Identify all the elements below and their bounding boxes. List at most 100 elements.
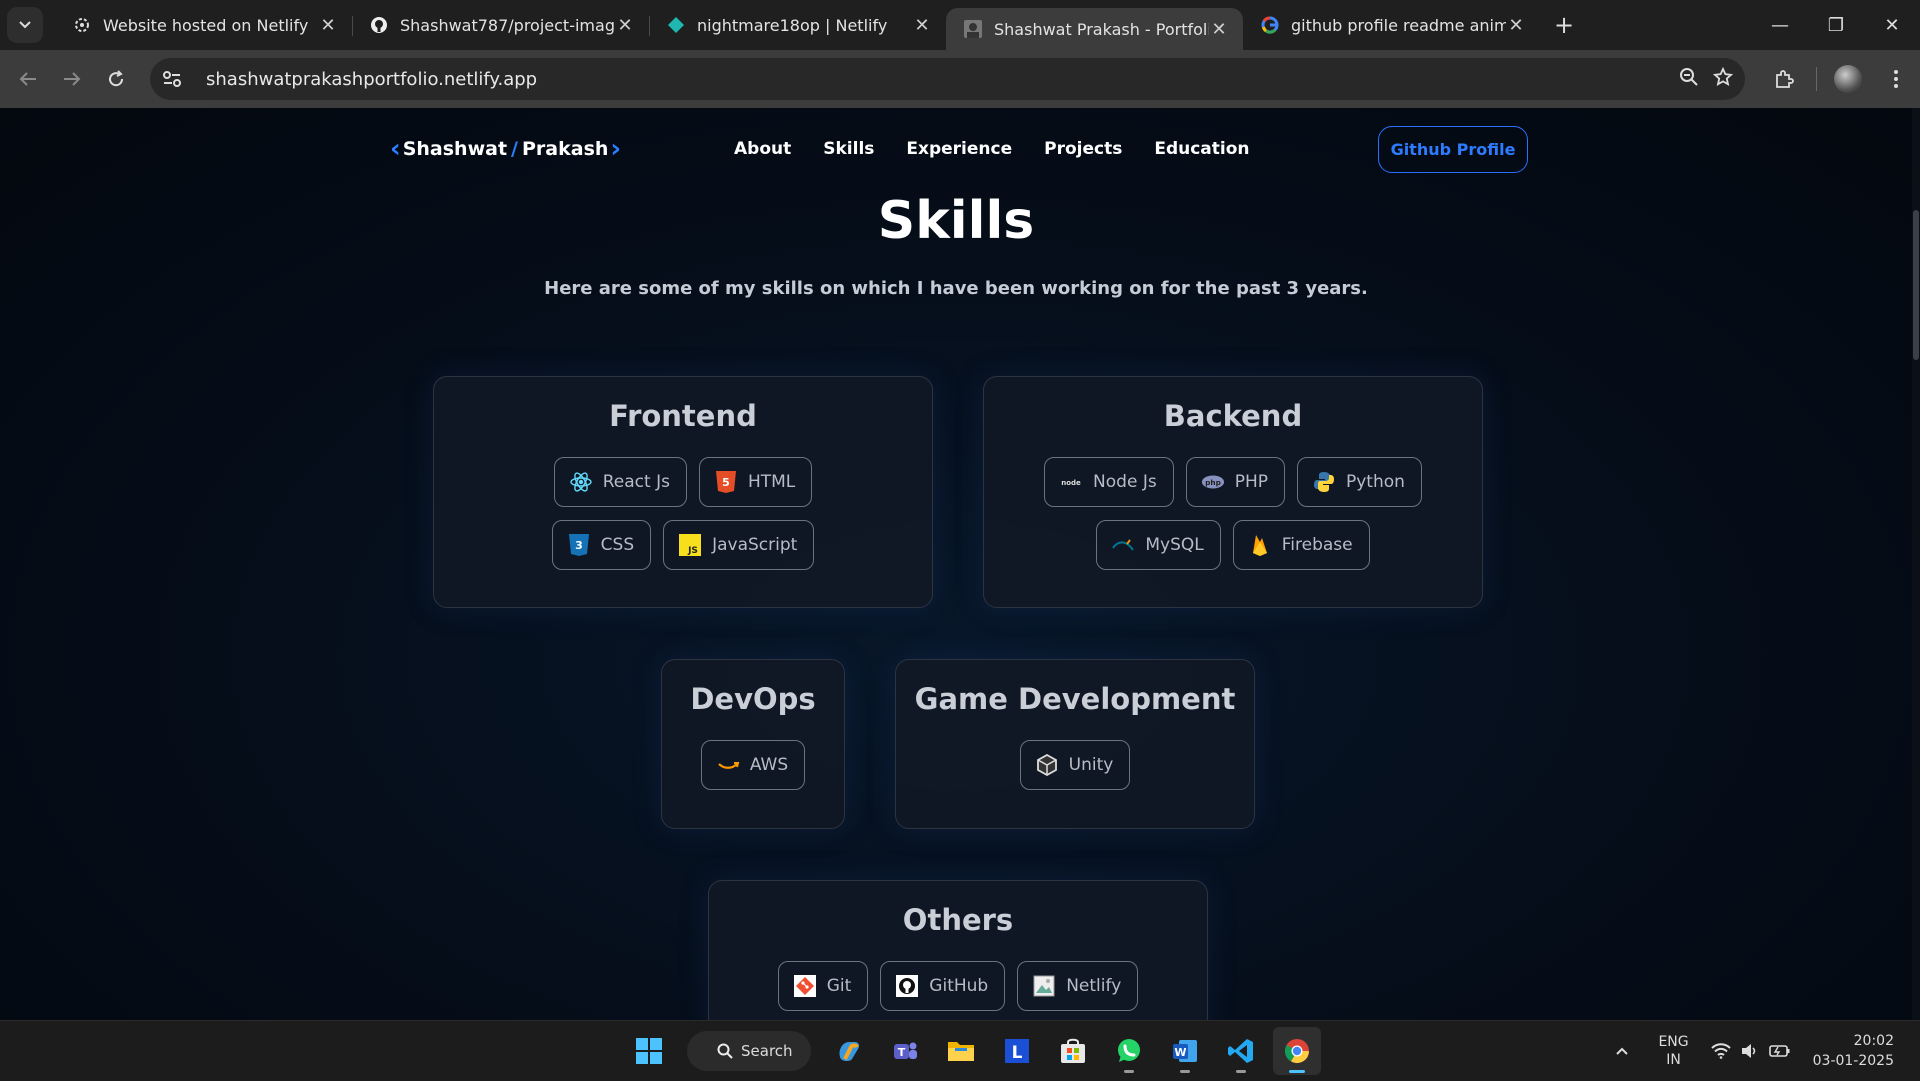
portfolio-page: ‹ Shashwat / Prakash › About Skills Experi… <box>0 108 1920 1020</box>
skill-chip[interactable]: React Js <box>553 457 687 507</box>
language-indicator[interactable]: ENG IN <box>1658 1033 1688 1069</box>
site-navbar: ‹ Shashwat / Prakash › About Skills Experi… <box>0 108 1912 190</box>
quick-settings[interactable] <box>1710 1043 1791 1059</box>
more-menu-icon[interactable] <box>1872 70 1920 88</box>
skill-chip[interactable]: AWS <box>700 740 806 790</box>
teams-app[interactable]: T <box>881 1027 929 1075</box>
logo-last-name: Prakash <box>522 138 609 160</box>
zoom-icon[interactable] <box>1679 67 1699 91</box>
nav-link-projects[interactable]: Projects <box>1044 139 1122 159</box>
chevron-up-icon[interactable] <box>1602 1046 1642 1056</box>
chrome-icon <box>1284 1039 1309 1064</box>
vscode-icon <box>1228 1039 1253 1063</box>
back-button[interactable] <box>6 57 50 101</box>
close-tab-icon[interactable]: ✕ <box>912 15 932 36</box>
site-info-icon[interactable] <box>152 59 192 99</box>
tab-title: Shashwat787/project-images <box>400 15 615 35</box>
l-app[interactable]: L <box>993 1027 1041 1075</box>
taskbar-clock[interactable]: 20:02 03-01-2025 <box>1813 1031 1894 1071</box>
browser-tab[interactable]: Website hosted on Netlify ✕ <box>55 0 352 50</box>
skill-label: JavaScript <box>712 535 798 555</box>
browser-tab[interactable]: nightmare18op | Netlify ✕ <box>649 0 946 50</box>
close-window-button[interactable]: ✕ <box>1864 0 1920 50</box>
skill-chip[interactable]: MySQL <box>1096 520 1221 570</box>
github-profile-button[interactable]: Github Profile <box>1378 126 1528 173</box>
profile-avatar[interactable] <box>1824 65 1872 93</box>
browser-tab-strip: Website hosted on Netlify ✕ Shashwat787/… <box>0 0 1920 50</box>
whatsapp-app[interactable] <box>1105 1027 1153 1075</box>
svg-text:L: L <box>1012 1043 1023 1063</box>
whatsapp-icon <box>1118 1039 1140 1062</box>
address-bar[interactable]: shashwatprakashportfolio.netlify.app <box>150 58 1745 100</box>
skill-chip[interactable]: Git <box>777 961 869 1011</box>
google-icon <box>1261 16 1279 34</box>
close-tab-icon[interactable]: ✕ <box>1506 15 1526 36</box>
close-tab-icon[interactable]: ✕ <box>318 15 338 36</box>
skill-chip[interactable]: GitHub <box>880 961 1006 1011</box>
github-icon <box>895 974 919 998</box>
file-explorer-app[interactable] <box>937 1027 985 1075</box>
taskbar-search[interactable]: Search <box>687 1031 811 1071</box>
minimize-button[interactable]: — <box>1752 0 1808 50</box>
store-icon <box>1061 1038 1085 1063</box>
skill-chip[interactable]: node Node Js <box>1044 457 1174 507</box>
forward-button[interactable] <box>50 57 94 101</box>
close-tab-icon[interactable]: ✕ <box>1209 19 1229 40</box>
restore-button[interactable]: ❐ <box>1808 0 1864 50</box>
skill-chip[interactable]: JS JavaScript <box>663 520 815 570</box>
vscode-app[interactable] <box>1217 1027 1265 1075</box>
nav-link-experience[interactable]: Experience <box>906 139 1012 159</box>
chevron-down-icon <box>19 21 31 29</box>
skill-card-title: DevOps <box>690 682 816 716</box>
skill-chip[interactable]: 3 CSS <box>551 520 652 570</box>
extensions-puzzle-icon[interactable] <box>1760 69 1808 89</box>
browser-tab[interactable]: Shashwat787/project-images ✕ <box>352 0 649 50</box>
site-logo[interactable]: ‹ Shashwat / Prakash › <box>390 136 621 162</box>
word-icon: W <box>1173 1040 1197 1062</box>
tab-search-menu-button[interactable] <box>7 7 43 43</box>
python-icon <box>1312 470 1336 494</box>
close-tab-icon[interactable]: ✕ <box>615 15 635 36</box>
mysql-icon <box>1111 533 1135 557</box>
running-indicator <box>1180 1070 1190 1073</box>
skill-chip[interactable]: Netlify <box>1017 961 1139 1011</box>
copilot-app[interactable] <box>825 1027 873 1075</box>
netlify-image-icon <box>1032 974 1056 998</box>
microsoft-store-app[interactable] <box>1049 1027 1097 1075</box>
url-text: shashwatprakashportfolio.netlify.app <box>206 68 538 90</box>
github-icon <box>370 16 388 34</box>
skill-chip[interactable]: Firebase <box>1232 520 1370 570</box>
search-icon <box>717 1043 733 1059</box>
word-app[interactable]: W <box>1161 1027 1209 1075</box>
skill-label: Git <box>826 976 852 996</box>
nav-link-skills[interactable]: Skills <box>823 139 874 159</box>
unity-icon <box>1035 753 1059 777</box>
browser-tab-active[interactable]: Shashwat Prakash - Portfolio ✕ <box>946 8 1243 50</box>
skill-label: React Js <box>602 472 670 492</box>
skill-card-title: Game Development <box>914 682 1236 716</box>
skill-chip[interactable]: php PHP <box>1185 457 1285 507</box>
tab-title: nightmare18op | Netlify <box>697 15 888 35</box>
teams-icon: T <box>894 1042 917 1059</box>
skill-label: Firebase <box>1281 535 1353 555</box>
chevron-right-icon: › <box>610 134 622 164</box>
chevron-left-icon: ‹ <box>390 134 401 164</box>
start-button[interactable] <box>625 1027 673 1075</box>
scrollbar-thumb[interactable] <box>1913 210 1919 360</box>
svg-text:php: php <box>1205 478 1221 487</box>
nav-link-about[interactable]: About <box>734 139 791 159</box>
battery-icon <box>1768 1045 1790 1057</box>
skill-chip[interactable]: Python <box>1297 457 1422 507</box>
chrome-app[interactable] <box>1273 1027 1321 1075</box>
browser-tab[interactable]: github profile readme animated ✕ <box>1243 0 1540 50</box>
skill-chip[interactable]: Unity <box>1019 740 1131 790</box>
reload-button[interactable] <box>94 57 138 101</box>
skill-card-frontend: Frontend React Js 5 HTML 3 CSS JS JavaSc… <box>433 376 933 608</box>
bookmark-star-icon[interactable] <box>1712 66 1734 91</box>
tab-title: Shashwat Prakash - Portfolio <box>994 19 1209 39</box>
nav-link-education[interactable]: Education <box>1154 139 1249 159</box>
skill-chip[interactable]: 5 HTML <box>698 457 813 507</box>
search-label: Search <box>741 1042 793 1060</box>
section-title: Skills <box>877 191 1035 251</box>
new-tab-button[interactable]: + <box>1544 5 1584 45</box>
